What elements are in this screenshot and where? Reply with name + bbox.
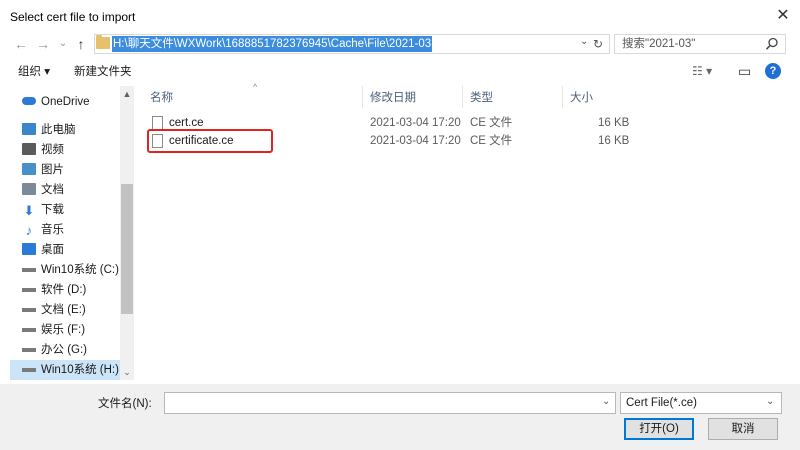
- file-size: 16 KB: [598, 117, 630, 129]
- drive-icon: [22, 348, 36, 352]
- file-type: CE 文件: [470, 117, 513, 129]
- computer-icon: [22, 123, 36, 135]
- column-divider[interactable]: [362, 86, 363, 108]
- sidebar-item-label: 办公 (G:): [41, 344, 87, 356]
- cancel-button[interactable]: 取消: [708, 418, 778, 440]
- sidebar-item-label: 音乐: [41, 224, 64, 236]
- sidebar-item[interactable]: 桌面: [10, 240, 120, 260]
- forward-arrow-icon[interactable]: →: [34, 34, 52, 54]
- sidebar-item-label: 软件 (D:): [41, 284, 87, 296]
- chevron-down-icon[interactable]: ⌄: [602, 396, 610, 407]
- sidebar-item[interactable]: 软件 (D:): [10, 280, 120, 300]
- file-type: CE 文件: [470, 135, 513, 147]
- sidebar-item-label: 图片: [41, 164, 64, 176]
- sidebar-item-label: 桌面: [41, 244, 64, 256]
- scroll-up-icon[interactable]: ▲: [120, 88, 134, 100]
- file-type-value: Cert File(*.ce): [626, 397, 697, 409]
- sidebar-item-label: 此电脑: [41, 124, 76, 136]
- sidebar-item-label: 视频: [41, 144, 64, 156]
- back-arrow-icon[interactable]: ←: [12, 34, 30, 54]
- drive-icon: [22, 268, 36, 272]
- scrollbar-thumb[interactable]: [121, 184, 133, 314]
- scroll-down-icon[interactable]: ⌄: [120, 366, 134, 378]
- file-date: 2021-03-04 17:20: [370, 135, 461, 147]
- desktop-icon: [22, 243, 36, 255]
- sidebar-item[interactable]: ♪ 音乐: [10, 220, 120, 240]
- new-folder-button[interactable]: 新建文件夹: [74, 64, 132, 80]
- close-icon[interactable]: ✕: [772, 6, 794, 26]
- drive-icon: [22, 328, 36, 332]
- drive-icon: [22, 288, 36, 292]
- chevron-down-icon[interactable]: ⌄: [766, 396, 774, 407]
- column-divider[interactable]: [462, 86, 463, 108]
- file-size: 16 KB: [598, 135, 630, 147]
- sidebar-item-label: Win10系统 (H:): [41, 364, 119, 376]
- filename-field[interactable]: [164, 392, 616, 414]
- sidebar-item[interactable]: ⬇ 下载: [10, 200, 120, 220]
- up-arrow-icon[interactable]: ↑: [72, 34, 90, 54]
- sidebar-item-label: 文档: [41, 184, 64, 196]
- file-date: 2021-03-04 17:20: [370, 117, 461, 129]
- organize-button[interactable]: 组织 ▾: [18, 64, 50, 80]
- sort-ascending-icon: ^: [253, 82, 258, 92]
- sidebar-item[interactable]: Win10系统 (H:): [10, 360, 120, 380]
- sidebar-item[interactable]: 娱乐 (F:): [10, 320, 120, 340]
- folder-icon: [96, 35, 110, 49]
- highlight-annotation: [147, 129, 273, 153]
- help-icon[interactable]: ?: [765, 63, 781, 79]
- sidebar-item-label: 娱乐 (F:): [41, 324, 86, 336]
- document-icon: [22, 183, 36, 195]
- view-options-icon[interactable]: ☷ ▾: [692, 63, 712, 79]
- recent-locations-icon[interactable]: ⌄: [54, 34, 72, 54]
- sidebar-item-label: 下载: [41, 204, 64, 216]
- column-header-name[interactable]: 名称: [150, 90, 173, 106]
- preview-pane-icon[interactable]: ▭: [738, 63, 751, 79]
- sidebar-item[interactable]: OneDrive: [10, 92, 120, 112]
- drive-icon: [22, 308, 36, 312]
- address-text[interactable]: H:\聊天文件\WXWork\1688851782376945\Cache\Fi…: [112, 36, 433, 52]
- sidebar-item[interactable]: 视频: [10, 140, 120, 160]
- column-header-date[interactable]: 修改日期: [370, 90, 416, 106]
- sidebar-item[interactable]: Win10系统 (C:): [10, 260, 120, 280]
- search-icon[interactable]: [764, 36, 780, 52]
- drive-icon: [22, 368, 36, 372]
- music-icon: ♪: [25, 223, 33, 238]
- search-placeholder: 搜索"2021-03": [622, 38, 696, 50]
- sidebar-item[interactable]: 办公 (G:): [10, 340, 120, 360]
- sidebar-item[interactable]: 此电脑: [10, 120, 120, 140]
- sidebar-item-label: OneDrive: [41, 96, 90, 108]
- column-divider[interactable]: [562, 86, 563, 108]
- sidebar-item[interactable]: 图片: [10, 160, 120, 180]
- cloud-icon: [22, 97, 36, 105]
- video-icon: [22, 143, 36, 155]
- chevron-down-icon[interactable]: ⌄: [580, 36, 588, 47]
- picture-icon: [22, 163, 36, 175]
- download-icon: ⬇: [23, 203, 35, 218]
- sidebar-item-label: Win10系统 (C:): [41, 264, 119, 276]
- sidebar-item-label: 文档 (E:): [41, 304, 86, 316]
- open-button[interactable]: 打开(O): [624, 418, 694, 440]
- filename-label: 文件名(N):: [98, 398, 152, 410]
- file-icon: [152, 116, 163, 130]
- window-title: Select cert file to import: [10, 10, 136, 24]
- sidebar-item[interactable]: 文档: [10, 180, 120, 200]
- column-header-type[interactable]: 类型: [470, 90, 493, 106]
- sidebar-item[interactable]: 文档 (E:): [10, 300, 120, 320]
- navigation-pane: OneDrive 此电脑视频图片文档 ⬇ 下载 ♪ 音乐桌面 Win10系统 (C:) 软件 …: [10, 86, 134, 380]
- column-header-size[interactable]: 大小: [570, 90, 593, 106]
- refresh-icon[interactable]: ↻: [593, 35, 607, 53]
